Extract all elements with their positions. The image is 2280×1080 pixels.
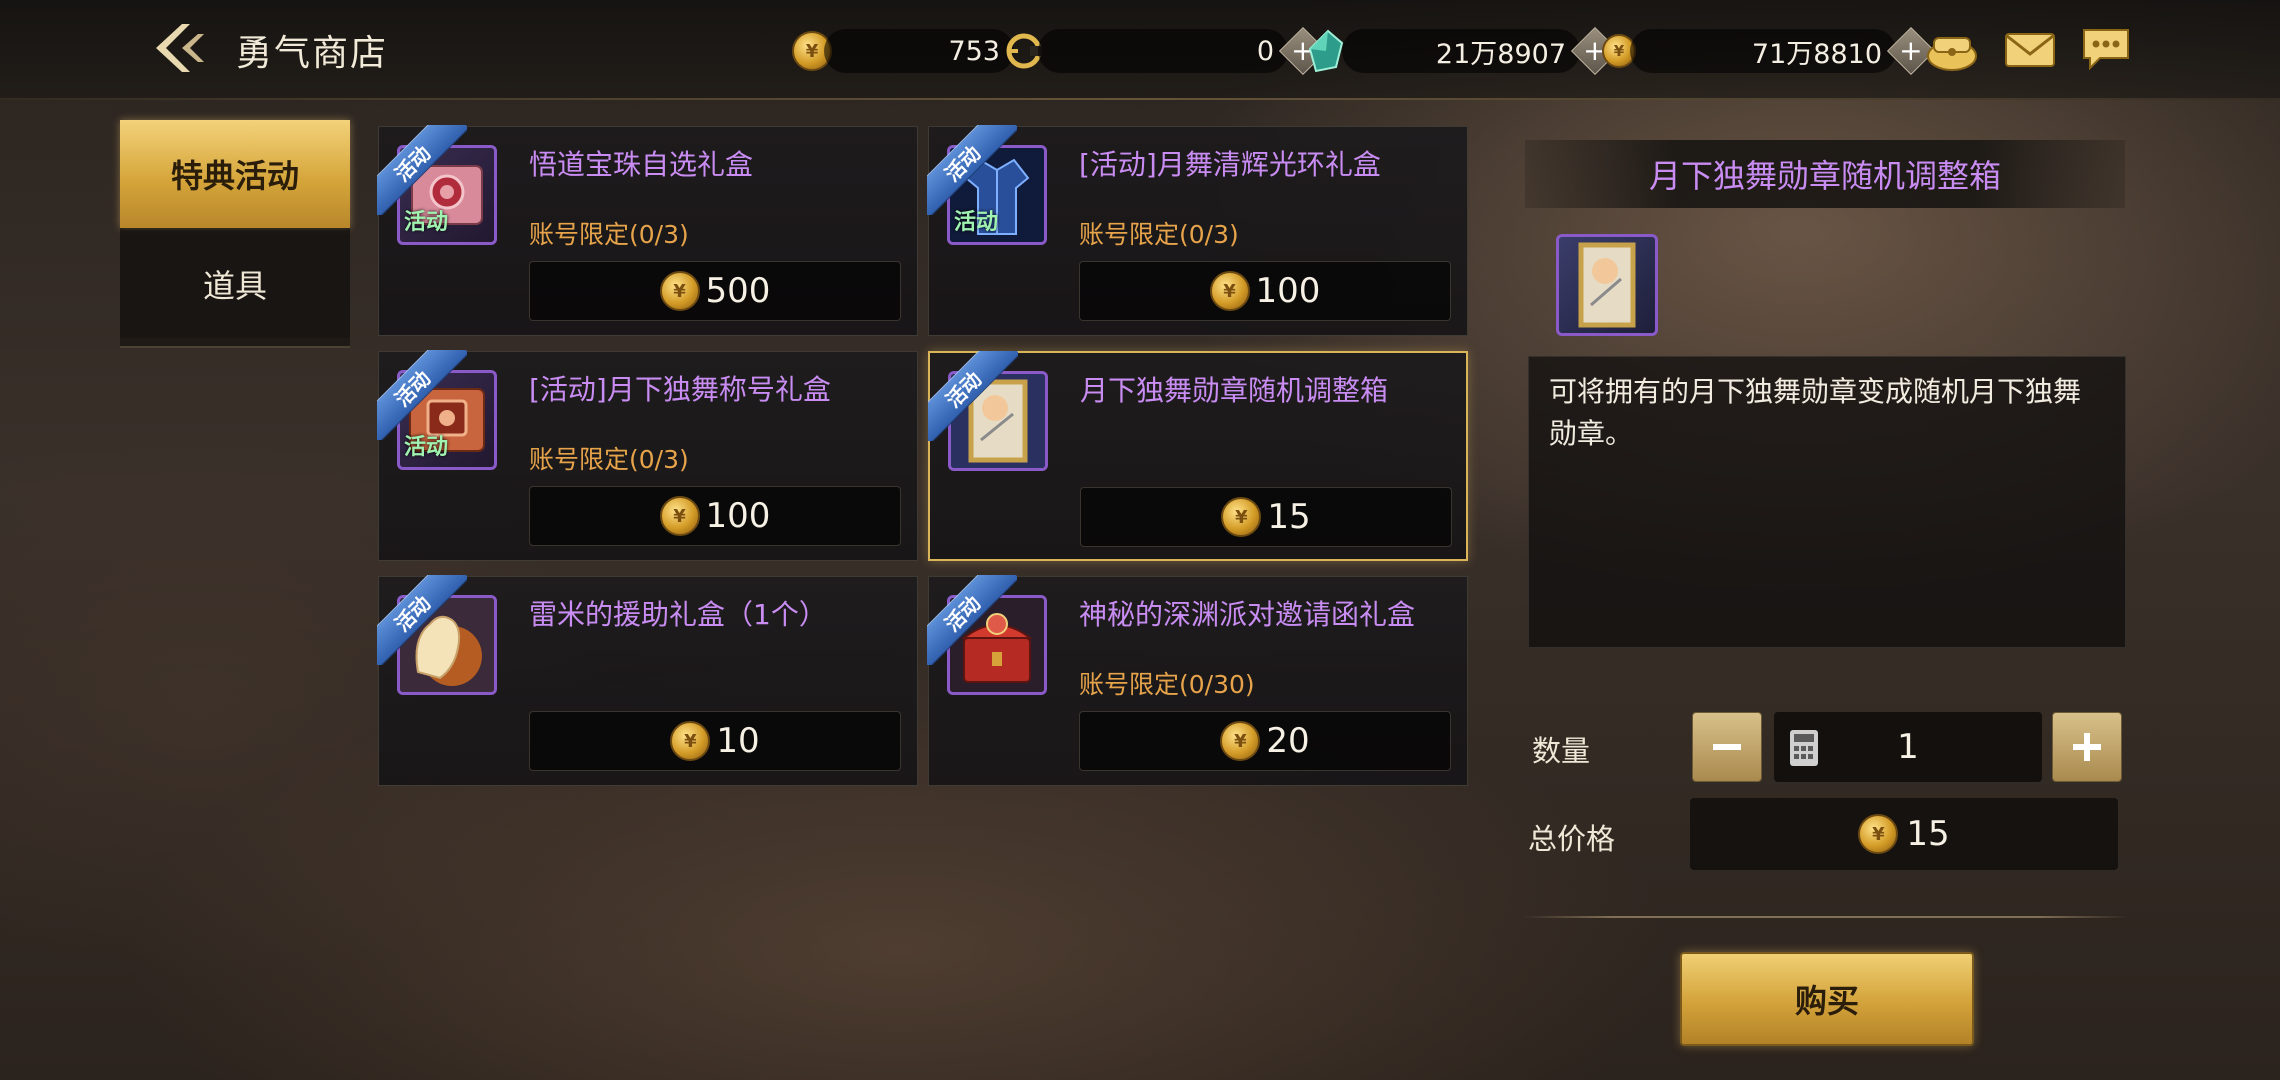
total-price-value: 15	[1906, 814, 1950, 854]
bag-icon[interactable]	[1924, 24, 1980, 74]
back-arrow-icon	[156, 24, 204, 72]
currency-c-token-value: 0	[1038, 29, 1288, 73]
gold-coin-icon: ¥	[659, 496, 700, 536]
item-price-value: 10	[716, 721, 760, 761]
shop-item-card[interactable]: 活动 神秘的深渊派对邀请函礼盒 账号限定(0/30) ¥ 20	[927, 575, 1468, 786]
red-book-icon: 活动	[397, 370, 497, 470]
decrease-quantity-button[interactable]	[1692, 712, 1762, 782]
quantity-input[interactable]: 1	[1774, 712, 2042, 782]
item-limit: 账号限定(0/30)	[1079, 670, 1255, 699]
item-limit: 账号限定(0/3)	[529, 220, 689, 249]
currency-coin-value: 753	[824, 29, 1014, 73]
item-price-value: 100	[705, 496, 771, 536]
blue-outfit-icon: 活动	[947, 145, 1047, 245]
plus-icon	[2073, 733, 2101, 761]
gold-coin-icon: ¥	[670, 721, 711, 761]
shop-item-card[interactable]: 活动 雷米的援助礼盒（1个） ¥ 10	[377, 575, 918, 786]
item-price: ¥ 100	[529, 486, 901, 546]
plus-icon: +	[1899, 34, 1923, 67]
icon-event-label: 活动	[404, 435, 449, 460]
detail-title: 月下独舞勋章随机调整箱	[1525, 140, 2125, 208]
calculator-icon[interactable]	[1788, 728, 1820, 768]
tab-special-event[interactable]: 特典活动	[120, 120, 350, 228]
item-limit: 账号限定(0/3)	[1079, 220, 1239, 249]
shop-item-card[interactable]: 活动 活动 悟道宝珠自选礼盒 账号限定(0/3) ¥ 500	[377, 125, 918, 336]
mail-icon[interactable]	[2002, 24, 2058, 74]
divider	[1522, 916, 2128, 918]
gold-coin-icon: ¥	[1858, 814, 1899, 854]
minus-icon	[1713, 744, 1741, 750]
shop-item-card[interactable]: 活动 活动 [活动]月舞清辉光环礼盒 账号限定(0/3) ¥ 100	[927, 125, 1468, 336]
gold-coin-icon: ¥	[1221, 497, 1262, 537]
item-name: [活动]月舞清辉光环礼盒	[1079, 148, 1381, 181]
red-chest-icon	[947, 595, 1047, 695]
item-price: ¥ 100	[1079, 261, 1451, 321]
currency-gem: 21万8907 +	[1306, 26, 1620, 76]
gold-coin-icon: ¥	[1209, 271, 1250, 311]
item-name: 雷米的援助礼盒（1个）	[529, 598, 827, 631]
item-price-value: 100	[1255, 271, 1321, 311]
increase-quantity-button[interactable]	[2052, 712, 2122, 782]
total-price-label: 总价格	[1528, 822, 1616, 856]
tab-items[interactable]: 道具	[120, 230, 350, 338]
buy-button[interactable]: 购买	[1680, 952, 1974, 1046]
page-title: 勇气商店	[236, 33, 389, 74]
back-button[interactable]	[0, 0, 220, 100]
icon-event-label: 活动	[954, 210, 999, 235]
item-price-value: 500	[705, 271, 771, 311]
gold-coin-icon: ¥	[659, 271, 700, 311]
currency-gem-value: 21万8907	[1342, 29, 1580, 73]
quantity-value: 1	[1897, 727, 1919, 767]
chat-icon[interactable]	[2078, 24, 2134, 74]
total-price: ¥ 15	[1690, 798, 2118, 870]
pink-book-icon: 活动	[397, 145, 497, 245]
item-description: 可将拥有的月下独舞勋章变成随机月下独舞勋章。	[1528, 356, 2126, 648]
gold-coin-icon: ¥	[1220, 721, 1261, 761]
shop-item-card-selected[interactable]: 活动 月下独舞勋章随机调整箱 ¥ 15	[928, 351, 1468, 561]
item-price-value: 15	[1267, 497, 1311, 537]
item-price: ¥ 500	[529, 261, 901, 321]
currency-gold: ¥ 71万8810 +	[1602, 26, 1936, 76]
item-name: 悟道宝珠自选礼盒	[529, 148, 754, 181]
currency-gold-value: 71万8810	[1630, 29, 1896, 73]
item-price: ¥ 15	[1080, 487, 1452, 547]
item-price-value: 20	[1266, 721, 1310, 761]
green-gem-icon	[1308, 29, 1344, 73]
quantity-label: 数量	[1532, 734, 1591, 768]
icon-event-label: 活动	[404, 210, 449, 235]
glove-icon	[397, 595, 497, 695]
currency-c-token: 0 +	[1004, 26, 1328, 76]
item-name: 月下独舞勋章随机调整箱	[1080, 374, 1389, 407]
currency-coin: ¥ 753	[792, 28, 1014, 74]
item-price: ¥ 20	[1079, 711, 1451, 771]
item-price: ¥ 10	[529, 711, 901, 771]
shop-item-card[interactable]: 活动 活动 [活动]月下独舞称号礼盒 账号限定(0/3) ¥ 100	[377, 350, 918, 561]
item-limit: 账号限定(0/3)	[529, 445, 689, 474]
medal-scroll-icon	[1556, 234, 1658, 336]
item-name: [活动]月下独舞称号礼盒	[529, 373, 831, 406]
item-name: 神秘的深渊派对邀请函礼盒	[1079, 598, 1416, 631]
medal-scroll-icon	[948, 371, 1048, 471]
